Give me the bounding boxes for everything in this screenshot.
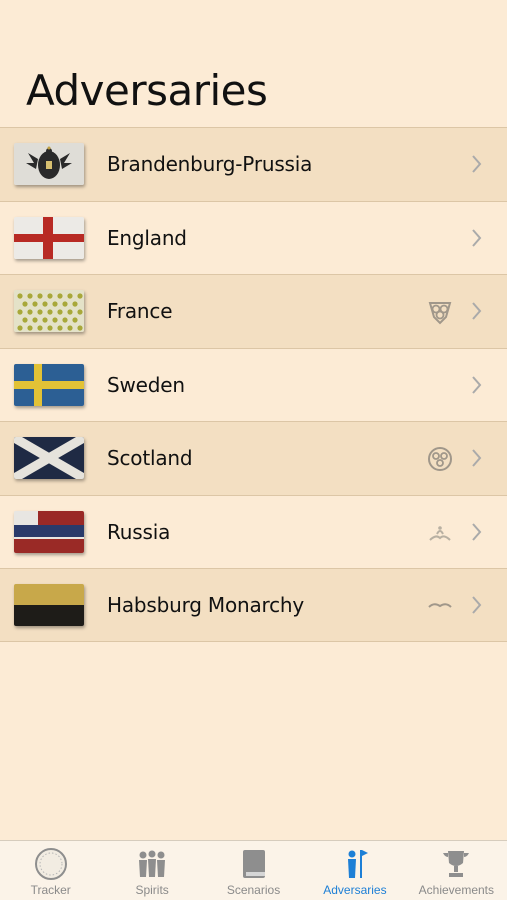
tab-label: Scenarios [226, 883, 281, 897]
adversary-name: Brandenburg-Prussia [107, 152, 313, 176]
list-item-france[interactable]: France [0, 274, 507, 348]
book-icon [236, 847, 272, 881]
list-item-england[interactable]: England [0, 200, 507, 275]
spiral-badge-icon [428, 447, 452, 471]
adversary-name: Russia [107, 519, 171, 544]
chevron-right-icon [472, 228, 482, 247]
adversary-list: Brandenburg-Prussia England France Swede… [0, 127, 507, 642]
spirits-icon [134, 847, 170, 881]
tab-label: Achievements [418, 883, 495, 897]
wing-badge-icon [428, 603, 452, 608]
adversary-name: Habsburg Monarchy [107, 593, 305, 617]
list-item-sweden[interactable]: Sweden [0, 347, 507, 422]
adversary-name: Sweden [107, 372, 185, 397]
russia-flag-icon [14, 510, 84, 553]
tab-achievements[interactable]: Achievements [406, 841, 507, 900]
tab-label: Tracker [30, 883, 71, 897]
page-title: Adversaries [26, 66, 268, 115]
tracker-dial-icon [33, 847, 69, 881]
tab-scenarios[interactable]: Scenarios [203, 841, 304, 900]
tab-label: Spirits [135, 883, 169, 897]
adversary-name: France [107, 299, 173, 323]
wave-badge-icon [429, 525, 451, 541]
soldier-flag-icon [337, 847, 373, 881]
scotland-flag-icon [14, 437, 84, 479]
prussia-flag-icon [14, 143, 84, 185]
chevron-right-icon [472, 155, 482, 173]
chevron-right-icon [472, 375, 482, 394]
trophy-icon [438, 847, 474, 881]
chevron-right-icon [472, 302, 482, 320]
adversary-name: England [107, 225, 187, 250]
tab-bar: Tracker Spirits Scenarios Adversaries Ac… [0, 840, 507, 900]
list-item-scotland[interactable]: Scotland [0, 421, 507, 495]
tab-spirits[interactable]: Spirits [101, 841, 202, 900]
habsburg-flag-icon [14, 584, 84, 626]
tab-adversaries[interactable]: Adversaries [304, 841, 405, 900]
tab-label: Adversaries [323, 883, 387, 897]
tab-tracker[interactable]: Tracker [0, 841, 101, 900]
france-flag-icon [14, 290, 84, 332]
sweden-flag-icon [14, 363, 84, 406]
chevron-right-icon [472, 522, 482, 541]
adversary-name: Scotland [107, 446, 193, 470]
list-item-habsburg-monarchy[interactable]: Habsburg Monarchy [0, 568, 507, 642]
chevron-right-icon [472, 596, 482, 614]
chevron-right-icon [472, 449, 482, 467]
triskele-badge-icon [428, 302, 452, 325]
list-item-russia[interactable]: Russia [0, 494, 507, 569]
list-item-brandenburg-prussia[interactable]: Brandenburg-Prussia [0, 127, 507, 201]
england-flag-icon [14, 216, 84, 259]
